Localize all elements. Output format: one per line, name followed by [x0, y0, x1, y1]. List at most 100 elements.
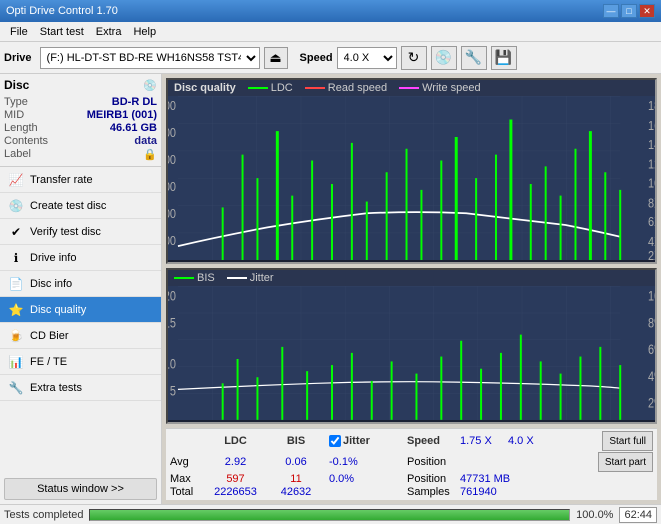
speed-header: Speed: [407, 435, 440, 447]
position-label2: Position: [407, 473, 452, 485]
toolbar: Drive (F:) HL-DT-ST BD-RE WH16NS58 TST4 …: [0, 42, 661, 74]
stats-total-row: Total 2226653 42632 Samples 761940: [170, 486, 653, 498]
restore-button[interactable]: □: [621, 4, 637, 18]
top-chart-title: Disc quality: [174, 82, 236, 94]
avg-label: Avg: [170, 456, 200, 468]
nav-verify-test-disc[interactable]: ✔ Verify test disc: [0, 219, 161, 245]
disc-header: Disc 💿: [4, 78, 157, 92]
total-bis: 42632: [271, 486, 321, 498]
bottom-chart-svg: 20 15 10 5 10% 8% 6% 4% 2%: [168, 286, 655, 420]
avg-position-label: Position: [407, 456, 492, 468]
minimize-button[interactable]: —: [603, 4, 619, 18]
svg-text:50.0 GB: 50.0 GB: [607, 258, 647, 260]
svg-text:5.0: 5.0: [222, 258, 238, 260]
speed-avg-val: 1.75 X: [460, 435, 492, 447]
mid-value: MEIRB1 (001): [87, 109, 157, 121]
nav-transfer-rate[interactable]: 📈 Transfer rate: [0, 167, 161, 193]
speed-select[interactable]: 4.0 X 1.0 X 2.0 X 8.0 X: [337, 47, 397, 69]
nav-drive-info-label: Drive info: [30, 252, 76, 264]
stats-avg-row: Avg 2.92 0.06 -0.1% Position Start part: [170, 452, 653, 472]
refresh-button[interactable]: ↻: [401, 46, 427, 70]
avg-ldc: 2.92: [208, 456, 263, 468]
settings-button[interactable]: 🔧: [461, 46, 487, 70]
bis-legend-label: BIS: [197, 272, 215, 284]
speed-avg-val2: 4.0 X: [508, 435, 534, 447]
speed-val-header: 1.75 X: [460, 435, 500, 447]
top-chart-body: 600 500 400 300 200 100 18X 16X 14X 12X …: [168, 96, 655, 260]
menu-file[interactable]: File: [4, 24, 34, 40]
bis-header: BIS: [287, 435, 305, 447]
bis-col-header: BIS: [271, 435, 321, 447]
svg-text:0.0: 0.0: [178, 258, 194, 260]
speed-val2-header: 4.0 X: [508, 435, 558, 447]
ldc-legend-label: LDC: [271, 82, 293, 94]
disc-icon: 💿: [143, 79, 157, 92]
avg-bis: 0.06: [271, 456, 321, 468]
drive-select[interactable]: (F:) HL-DT-ST BD-RE WH16NS58 TST4: [40, 47, 260, 69]
svg-text:35.0: 35.0: [484, 258, 506, 260]
position-label: Position: [407, 456, 446, 468]
type-value: BD-R DL: [112, 96, 157, 108]
type-label: Type: [4, 96, 28, 108]
nav-create-test-disc[interactable]: 💿 Create test disc: [0, 193, 161, 219]
nav-fe-te[interactable]: 📊 FE / TE: [0, 349, 161, 375]
verify-test-disc-icon: ✔: [8, 224, 24, 240]
position-value: 47731 MB: [460, 473, 520, 485]
nav-extra-tests-label: Extra tests: [30, 382, 82, 394]
svg-text:15.0: 15.0: [308, 418, 329, 420]
svg-text:8X: 8X: [648, 196, 655, 211]
disc-length-row: Length 46.61 GB: [4, 122, 157, 134]
svg-text:10: 10: [168, 357, 176, 372]
svg-text:8%: 8%: [648, 316, 655, 331]
content-area: Disc quality LDC Read speed Write speed: [162, 74, 661, 504]
save-button[interactable]: 💾: [491, 46, 517, 70]
ldc-col-header: LDC: [208, 435, 263, 447]
max-label: Max: [170, 473, 200, 485]
read-speed-legend: Read speed: [305, 82, 387, 94]
length-label: Length: [4, 122, 38, 134]
nav-cd-bier-label: CD Bier: [30, 330, 69, 342]
jitter-color: [227, 277, 247, 279]
svg-text:30.0: 30.0: [440, 418, 461, 420]
svg-text:25.0: 25.0: [397, 418, 418, 420]
nav-fe-te-label: FE / TE: [30, 356, 67, 368]
svg-text:18X: 18X: [648, 98, 655, 113]
disc-title: Disc: [4, 78, 29, 92]
disc-icon-btn[interactable]: 💿: [431, 46, 457, 70]
status-text: Tests completed: [4, 509, 83, 521]
progress-bar-container: [89, 509, 570, 521]
disc-panel: Disc 💿 Type BD-R DL MID MEIRB1 (001) Len…: [0, 74, 161, 167]
close-button[interactable]: ✕: [639, 4, 655, 18]
svg-text:40.0: 40.0: [528, 258, 550, 260]
menu-start-test[interactable]: Start test: [34, 24, 90, 40]
nav-drive-info[interactable]: ℹ Drive info: [0, 245, 161, 271]
top-chart-header: Disc quality LDC Read speed Write speed: [168, 80, 655, 96]
nav-disc-quality-label: Disc quality: [30, 304, 86, 316]
svg-text:35.0: 35.0: [484, 418, 505, 420]
menu-help[interactable]: Help: [127, 24, 162, 40]
disc-mid-row: MID MEIRB1 (001): [4, 109, 157, 121]
svg-text:10%: 10%: [648, 289, 655, 304]
start-part-button[interactable]: Start part: [598, 452, 653, 472]
app-title: Opti Drive Control 1.70: [6, 5, 118, 17]
menu-extra[interactable]: Extra: [90, 24, 128, 40]
nav-cd-bier[interactable]: 🍺 CD Bier: [0, 323, 161, 349]
jitter-header: Jitter: [343, 435, 370, 447]
label-label: Label: [4, 148, 31, 161]
nav-disc-quality[interactable]: ⭐ Disc quality: [0, 297, 161, 323]
nav-extra-tests[interactable]: 🔧 Extra tests: [0, 375, 161, 401]
window-controls: — □ ✕: [603, 4, 655, 18]
svg-text:14X: 14X: [648, 137, 655, 152]
titlebar: Opti Drive Control 1.70 — □ ✕: [0, 0, 661, 22]
total-ldc: 2226653: [208, 486, 263, 498]
start-full-button[interactable]: Start full: [602, 431, 653, 451]
eject-button[interactable]: ⏏: [264, 47, 288, 69]
status-window-button[interactable]: Status window >>: [4, 478, 157, 500]
jitter-checkbox[interactable]: [329, 435, 341, 447]
nav-disc-info[interactable]: 📄 Disc info: [0, 271, 161, 297]
svg-text:400: 400: [168, 152, 176, 167]
start-full-btn-container: Start full: [566, 431, 653, 451]
drive-label: Drive: [4, 52, 32, 64]
contents-value: data: [134, 135, 157, 147]
svg-text:6%: 6%: [648, 342, 655, 357]
